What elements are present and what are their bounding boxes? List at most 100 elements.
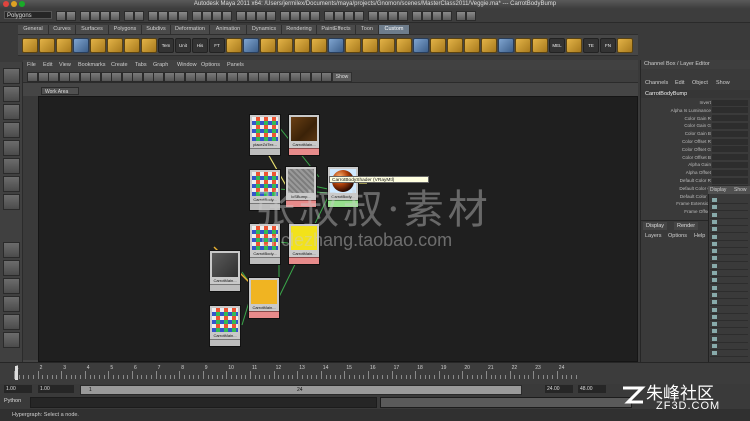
hypergraph-tool-icon[interactable] <box>237 72 248 82</box>
shelf-tool-icon[interactable] <box>413 38 429 53</box>
channel-box-menu-show[interactable]: Show <box>716 79 730 88</box>
shelf-text-icon[interactable]: His <box>192 38 208 53</box>
move-tool-icon[interactable] <box>3 122 20 138</box>
node-port-bar[interactable] <box>286 200 316 207</box>
current-frame-marker[interactable] <box>15 366 18 380</box>
range-slider-bar[interactable]: 1 24 <box>80 385 522 395</box>
node-port-bar[interactable] <box>289 148 319 155</box>
tab-render[interactable]: Render <box>674 222 699 230</box>
hypergraph-tool-icon[interactable] <box>111 72 122 82</box>
hypergraph-menu-window[interactable]: Window <box>177 60 197 70</box>
status-tool-icon[interactable] <box>398 11 408 21</box>
shelf-tool-icon[interactable] <box>39 38 55 53</box>
shelf-text-icon[interactable]: MEL <box>549 38 565 53</box>
hypergraph-menu-graph[interactable]: Graph <box>153 60 168 70</box>
shelf-tool-icon[interactable] <box>362 38 378 53</box>
display-layer-row[interactable] <box>710 219 748 226</box>
shelf-text-icon[interactable]: TE <box>583 38 599 53</box>
hypergraph-tool-icon[interactable] <box>58 72 70 82</box>
hypergraph-menu-options[interactable]: Options <box>201 60 220 70</box>
tab-polygons[interactable]: Polygons <box>109 25 142 34</box>
hypergraph-tool-icon[interactable] <box>195 72 206 82</box>
tab-subdivs[interactable]: Subdivs <box>142 25 171 34</box>
command-language-label[interactable]: Python <box>4 398 21 404</box>
channel-attribute-value[interactable] <box>712 99 748 106</box>
status-tool-icon[interactable] <box>100 11 110 21</box>
channel-box-menu-channels[interactable]: Channels <box>645 79 668 88</box>
visibility-toggle-icon[interactable] <box>712 249 717 254</box>
visibility-toggle-icon[interactable] <box>712 307 717 312</box>
display-layer-row[interactable] <box>710 241 748 248</box>
channel-attribute-value[interactable] <box>712 107 748 114</box>
hypergraph-tool-icon[interactable] <box>142 72 154 82</box>
hypergraph-tool-icon[interactable] <box>27 72 38 82</box>
shelf-tool-icon[interactable] <box>56 38 72 53</box>
hypergraph-work-area[interactable] <box>38 96 638 362</box>
hypergraph-tool-icon[interactable] <box>226 72 238 82</box>
manipulator-tool-icon[interactable] <box>3 176 20 192</box>
shelf-tool-icon[interactable] <box>328 38 344 53</box>
shelf-tool-icon[interactable] <box>345 38 361 53</box>
shelf-tool-icon[interactable] <box>566 38 582 53</box>
shelf-text-icon[interactable]: FT <box>209 38 225 53</box>
command-input[interactable] <box>30 397 377 408</box>
status-tool-icon[interactable] <box>300 11 310 21</box>
node-port-bar[interactable] <box>250 257 280 264</box>
hypergraph-tool-icon[interactable] <box>310 72 322 82</box>
status-tool-icon[interactable] <box>456 11 466 21</box>
show-button[interactable]: Show <box>332 72 352 82</box>
display-layer-row[interactable] <box>710 197 748 204</box>
tab-curves[interactable]: Curves <box>49 25 76 34</box>
visibility-toggle-icon[interactable] <box>712 351 717 356</box>
visibility-toggle-icon[interactable] <box>712 336 717 341</box>
visibility-toggle-icon[interactable] <box>712 263 717 268</box>
status-tool-icon[interactable] <box>412 11 422 21</box>
shelf-tool-icon[interactable] <box>294 38 310 53</box>
status-tool-icon[interactable] <box>280 11 290 21</box>
shelf-text-icon[interactable]: Tem <box>158 38 174 53</box>
shelf-tool-icon[interactable] <box>481 38 497 53</box>
hypergraph-tool-icon[interactable] <box>163 72 175 82</box>
status-tool-icon[interactable] <box>442 11 452 21</box>
hypergraph-tool-icon[interactable] <box>184 72 196 82</box>
tab-display[interactable]: Display <box>710 186 726 194</box>
status-tool-icon[interactable] <box>368 11 378 21</box>
tab-work-area[interactable]: Work Area <box>41 87 79 95</box>
playback-start-field[interactable]: 1.00 <box>38 385 74 393</box>
display-layer-row[interactable] <box>710 292 748 299</box>
node-port-bar[interactable] <box>250 203 280 210</box>
hypergraph-tool-icon[interactable] <box>279 72 290 82</box>
visibility-toggle-icon[interactable] <box>712 285 717 290</box>
playback-end-field[interactable]: 24.00 <box>545 385 573 393</box>
display-layer-row[interactable] <box>710 336 748 343</box>
shader-node[interactable]: CarrotMain... <box>209 250 241 292</box>
status-tool-icon[interactable] <box>344 11 354 21</box>
shelf-tool-icon[interactable] <box>260 38 276 53</box>
hypergraph-tool-icon[interactable] <box>48 72 59 82</box>
display-layer-row[interactable] <box>710 248 748 256</box>
visibility-toggle-icon[interactable] <box>712 300 717 305</box>
paint-select-tool-icon[interactable] <box>3 104 20 120</box>
hypergraph-tool-icon[interactable] <box>90 72 101 82</box>
channel-attribute-value[interactable] <box>712 115 748 122</box>
status-tool-icon[interactable] <box>168 11 178 21</box>
shelf-tool-icon[interactable] <box>73 38 89 53</box>
status-tool-icon[interactable] <box>422 11 432 21</box>
status-tool-icon[interactable] <box>192 11 202 21</box>
hypergraph-tool-icon[interactable] <box>205 72 217 82</box>
hypergraph-tool-icon[interactable] <box>132 72 143 82</box>
shelf-tool-icon[interactable] <box>430 38 446 53</box>
tab-rendering[interactable]: Rendering <box>282 25 317 34</box>
channel-box-menu-object[interactable]: Object <box>692 79 708 88</box>
shader-node[interactable]: CarrotMain... <box>209 305 241 347</box>
status-tool-icon[interactable] <box>66 11 76 21</box>
shelf-tool-icon[interactable] <box>532 38 548 53</box>
visibility-toggle-icon[interactable] <box>712 278 717 283</box>
hypergraph-menu-panels[interactable]: Panels <box>227 60 244 70</box>
hypergraph-tool-icon[interactable] <box>100 72 112 82</box>
display-layer-row[interactable] <box>710 285 748 292</box>
hypergraph-menu-bookmarks[interactable]: Bookmarks <box>78 60 106 70</box>
status-tool-icon[interactable] <box>202 11 212 21</box>
shader-node[interactable]: CarrotMain... <box>288 223 320 265</box>
display-layer-row[interactable] <box>710 299 748 307</box>
